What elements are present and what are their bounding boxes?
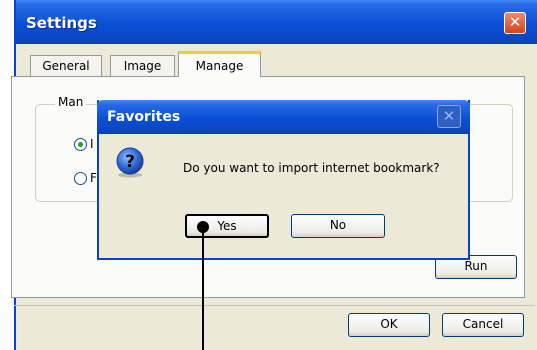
- dialog-titlebar[interactable]: Favorites ✕: [97, 100, 470, 134]
- settings-close-button[interactable]: ✕: [504, 12, 526, 34]
- settings-titlebar[interactable]: Settings: [16, 0, 537, 44]
- radio-selected-dot: [78, 142, 83, 147]
- export-radio-label: F: [90, 171, 97, 185]
- pointer-line: [202, 226, 204, 350]
- manage-group-label: Man: [55, 95, 87, 109]
- dialog-message: Do you want to import internet bookmark?: [183, 161, 440, 175]
- ok-button[interactable]: OK: [348, 313, 430, 337]
- pointer-dot: [197, 221, 209, 233]
- tab-manage[interactable]: Manage: [178, 51, 261, 77]
- import-radio-label: I: [90, 137, 94, 151]
- question-icon: ?: [116, 147, 144, 178]
- cancel-button[interactable]: Cancel: [442, 313, 524, 337]
- bottom-separator: [14, 305, 535, 306]
- settings-title: Settings: [26, 14, 97, 32]
- import-radio[interactable]: [74, 138, 87, 151]
- svg-text:?: ?: [125, 152, 135, 172]
- favorites-dialog: Favorites ✕ ? Do you want to import inte…: [97, 100, 470, 260]
- no-button[interactable]: No: [291, 214, 385, 238]
- export-radio[interactable]: [74, 172, 87, 185]
- dialog-close-button[interactable]: ✕: [437, 105, 461, 128]
- tab-general[interactable]: General: [30, 55, 102, 77]
- dialog-title: Favorites: [107, 109, 181, 125]
- tab-image[interactable]: Image: [110, 55, 175, 77]
